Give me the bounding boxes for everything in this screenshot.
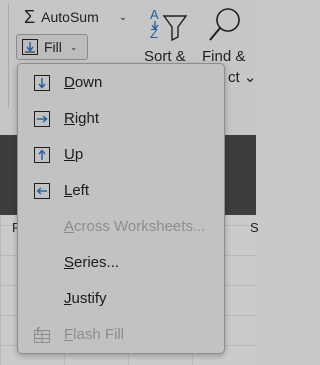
svg-text:A: A [150,7,159,22]
fill-right-arrow-icon [34,111,50,127]
menu-item-series[interactable]: Series... [18,248,224,278]
fill-up-arrow-icon [34,147,50,163]
menu-item-across-worksheets: Across Worksheets... [18,212,224,242]
menu-item-label: Up [64,146,84,163]
fill-dropdown-menu: Down Right Up Left Across Worksheets... … [17,63,225,354]
fill-left-arrow-icon [34,183,50,199]
menu-item-label: Flash Fill [64,326,125,343]
autosum-button[interactable]: Σ AutoSum ⌄ [24,6,127,28]
menu-item-label: Across Worksheets... [64,218,206,235]
menu-item-label: Left [64,182,90,199]
fill-label: Fill [44,39,62,55]
menu-item-down[interactable]: Down [18,68,224,98]
menu-item-label: Down [64,74,103,91]
sort-filter-button[interactable]: A Z Sort & [144,6,190,68]
autosum-label: AutoSum [41,9,99,25]
menu-item-label: Right [64,110,100,127]
flash-fill-icon [34,327,50,343]
menu-item-up[interactable]: Up [18,140,224,170]
menu-item-label: Justify [64,290,107,307]
menu-item-flash-fill: Flash Fill [18,320,224,350]
fill-down-icon [22,39,38,55]
menu-item-justify[interactable]: Justify [18,284,224,314]
menu-item-label: Series... [64,254,120,271]
column-header-s[interactable]: S [250,220,259,242]
sigma-icon: Σ [24,7,36,27]
fill-button[interactable]: Fill ⌄ [16,34,88,60]
fill-chevron-icon: ⌄ [69,41,78,52]
fill-down-arrow-icon [34,75,50,91]
menu-item-right[interactable]: Right [18,104,224,134]
magnifier-icon [209,8,240,41]
sort-filter-icon: A Z [150,7,188,42]
group-separator [8,4,9,108]
menu-item-left[interactable]: Left [18,176,224,206]
autosum-dropdown-chevron-icon[interactable]: ⌄ [119,12,127,23]
find-select-label-line2: ct ⌄ [228,69,257,86]
